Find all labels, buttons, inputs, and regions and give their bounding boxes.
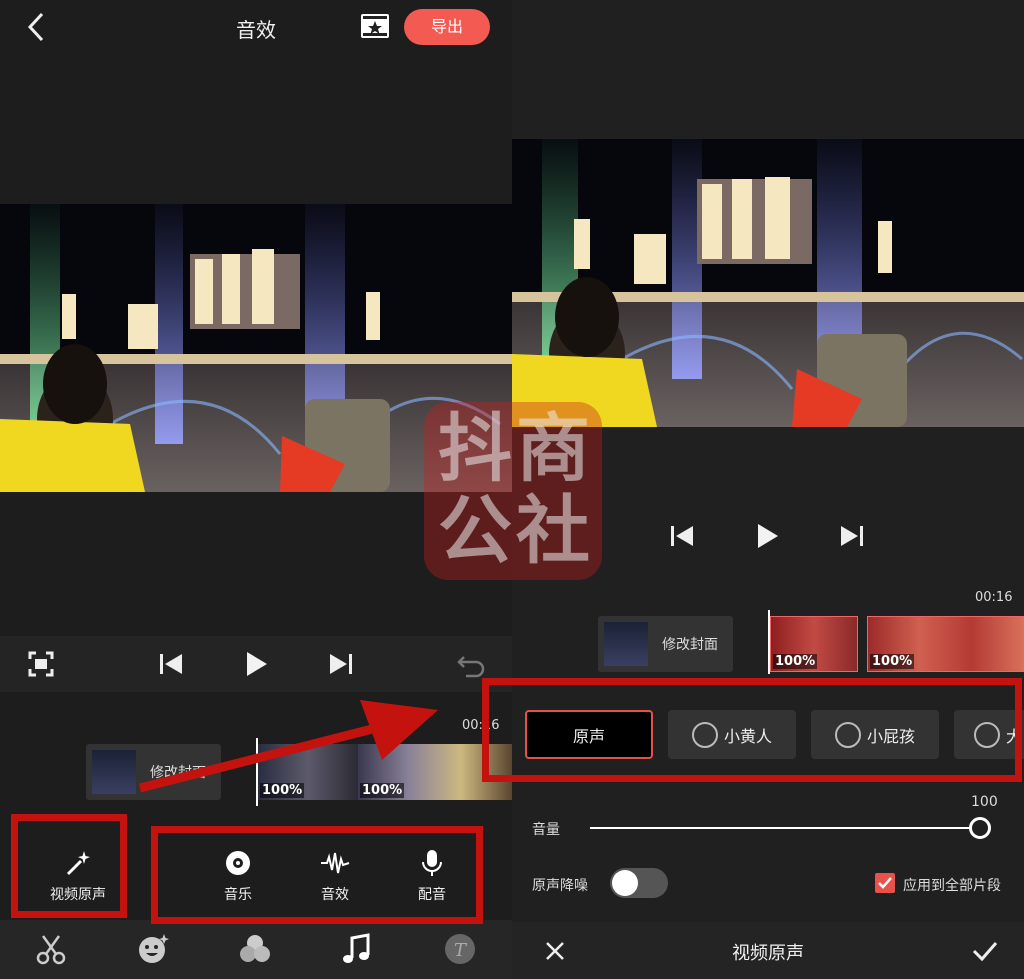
video-preview bbox=[512, 139, 1024, 427]
clip-percentage: 100% bbox=[870, 654, 915, 669]
clip-percentage: 100% bbox=[360, 783, 405, 798]
watermark-char: 公 bbox=[438, 488, 512, 574]
cover-thumbnail bbox=[92, 750, 136, 794]
text-icon[interactable]: T bbox=[443, 932, 477, 966]
apply-all-checkbox[interactable] bbox=[875, 873, 895, 893]
denoise-toggle[interactable] bbox=[610, 868, 668, 898]
denoise-label: 原声降噪 bbox=[532, 878, 588, 894]
edit-cover-button[interactable]: 修改封面 bbox=[86, 744, 221, 800]
volume-label: 音量 bbox=[532, 822, 560, 838]
skip-end-icon[interactable] bbox=[835, 519, 869, 553]
undo-icon[interactable] bbox=[454, 647, 488, 681]
edit-cover-label: 修改封面 bbox=[662, 637, 718, 653]
timeline-clip-selected[interactable]: 100% bbox=[867, 616, 1024, 672]
skip-start-icon[interactable] bbox=[665, 519, 699, 553]
playback-controls bbox=[0, 636, 512, 692]
timeline-clip[interactable]: 100% bbox=[258, 744, 358, 800]
highlight-box-audio-tools bbox=[151, 826, 483, 924]
skip-end-icon[interactable] bbox=[324, 647, 358, 681]
sticker-face-icon[interactable] bbox=[136, 932, 170, 966]
music-note-icon[interactable] bbox=[340, 932, 374, 966]
bottom-tab-bar: T bbox=[0, 920, 512, 979]
watermark-char: 商 bbox=[516, 406, 590, 492]
timeline-time: 00:16 bbox=[975, 590, 1013, 605]
clip-percentage: 100% bbox=[773, 654, 818, 669]
check-icon[interactable] bbox=[968, 934, 1002, 968]
svg-text:T: T bbox=[454, 940, 468, 961]
highlight-box-voice-options bbox=[482, 678, 1022, 782]
apply-all-label: 应用到全部片段 bbox=[903, 878, 1001, 894]
play-icon[interactable] bbox=[239, 647, 273, 681]
play-icon[interactable] bbox=[750, 519, 784, 553]
watermark-logo: 抖 商 公 社 bbox=[424, 402, 602, 580]
sheet-footer: 视频原声 bbox=[512, 922, 1024, 979]
clip-percentage: 100% bbox=[260, 783, 305, 798]
edit-cover-button[interactable]: 修改封面 bbox=[598, 616, 733, 672]
timeline-clip-selected[interactable]: 100% bbox=[770, 616, 858, 672]
film-star-icon[interactable] bbox=[360, 13, 390, 39]
export-button[interactable]: 导出 bbox=[404, 9, 490, 45]
volume-value: 100 bbox=[971, 794, 998, 810]
toggle-knob bbox=[612, 870, 638, 896]
skip-start-icon[interactable] bbox=[154, 647, 188, 681]
edit-cover-label: 修改封面 bbox=[150, 765, 206, 781]
volume-slider-knob[interactable] bbox=[969, 817, 991, 839]
fullscreen-icon[interactable] bbox=[24, 647, 58, 681]
sheet-title: 视频原声 bbox=[732, 943, 804, 964]
volume-slider-track[interactable] bbox=[590, 827, 980, 829]
highlight-box-video-sound bbox=[11, 814, 127, 918]
watermark-char: 社 bbox=[516, 488, 590, 574]
scissors-icon[interactable] bbox=[34, 932, 68, 966]
filters-icon[interactable] bbox=[238, 932, 272, 966]
watermark-char: 抖 bbox=[438, 406, 512, 492]
cover-thumbnail bbox=[604, 622, 648, 666]
